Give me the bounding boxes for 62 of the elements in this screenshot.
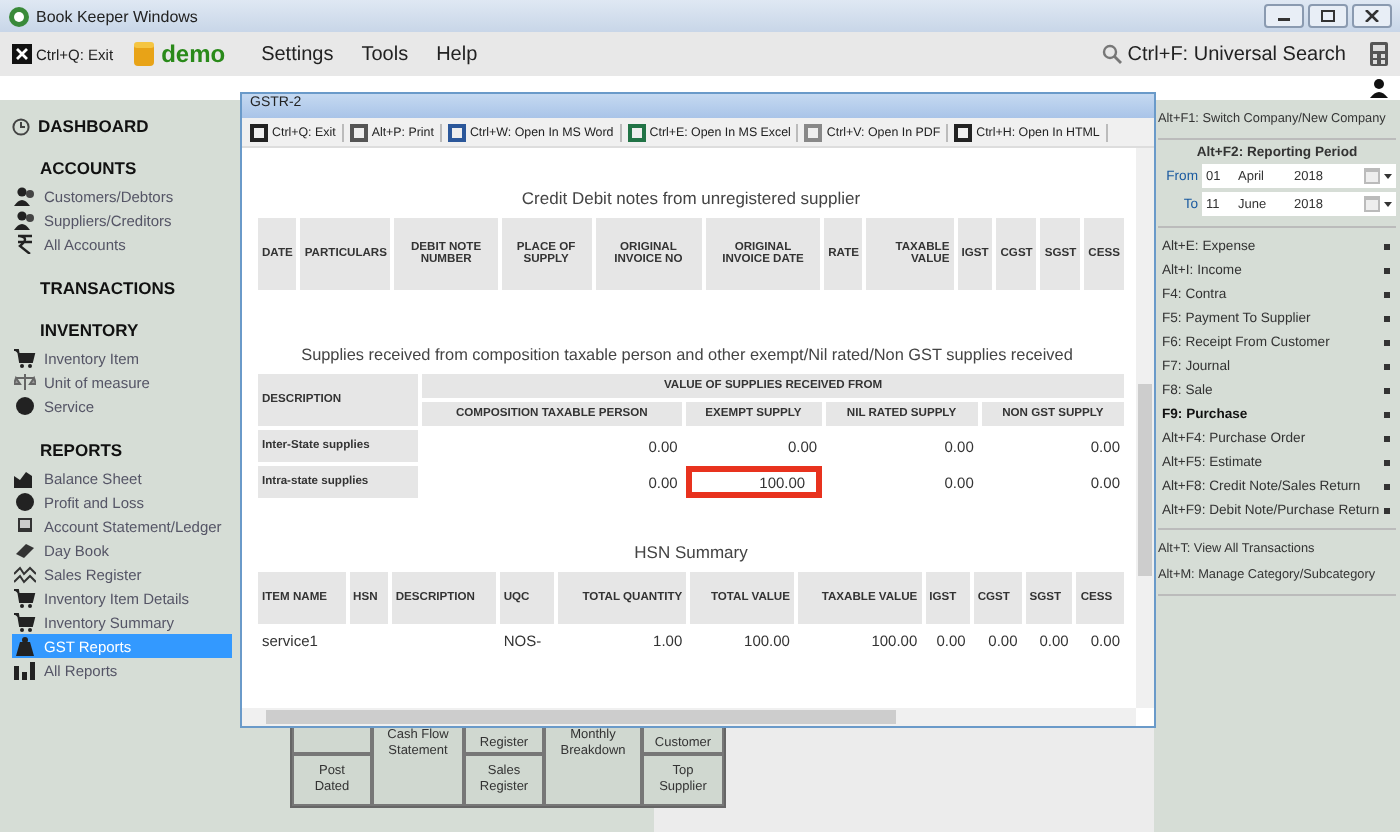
caret-icon xyxy=(1384,363,1390,369)
close-icon xyxy=(250,123,268,141)
section-title: Supplies received from composition taxable person and other exempt/Nil rated/Non GST supplies received xyxy=(299,346,1075,364)
caret-icon xyxy=(1384,459,1390,465)
close-button[interactable] xyxy=(1352,4,1392,28)
section-heading: INVENTORY xyxy=(40,320,141,340)
section-title: Credit Debit notes from unregistered supplier xyxy=(519,188,863,208)
caret-icon xyxy=(1384,507,1390,513)
menu-item[interactable]: Settings xyxy=(261,43,334,65)
window-title: Book Keeper Windows xyxy=(36,7,198,25)
scale-icon xyxy=(14,372,36,392)
calendar-icon xyxy=(1364,168,1392,184)
horizontal-scrollbar[interactable] xyxy=(242,708,1136,726)
caret-icon xyxy=(1384,243,1390,249)
menu-item[interactable]: Help xyxy=(436,43,478,65)
app-logo-icon xyxy=(8,5,30,27)
restore-icon xyxy=(1320,10,1336,22)
minimize-button[interactable] xyxy=(1264,4,1304,28)
bag-icon xyxy=(14,636,36,656)
section-title: HSN Summary xyxy=(632,542,750,562)
section-heading: REPORTS xyxy=(40,440,125,460)
maximize-button[interactable] xyxy=(1308,4,1348,28)
page-icon xyxy=(804,123,823,141)
vertical-scrollbar[interactable] xyxy=(1136,148,1154,708)
menu-item[interactable]: Tools xyxy=(361,43,409,65)
chart-icon xyxy=(14,468,36,488)
search-icon xyxy=(1101,44,1122,64)
caret-icon xyxy=(1384,435,1390,441)
ball-icon xyxy=(14,396,36,416)
cart-icon xyxy=(14,588,36,608)
cart-icon xyxy=(14,348,36,368)
printer-icon xyxy=(349,123,368,141)
calendar-icon xyxy=(1364,196,1392,212)
close-icon xyxy=(1364,10,1380,22)
code-icon xyxy=(954,123,973,141)
caret-icon xyxy=(1384,315,1390,321)
universal-search-button[interactable]: Ctrl+F: Universal Search xyxy=(1101,43,1346,65)
dashboard-link[interactable]: DASHBOARD xyxy=(12,116,232,136)
caret-icon xyxy=(1384,387,1390,393)
doc-icon xyxy=(14,516,36,536)
cart-icon xyxy=(14,612,36,632)
section-heading: TRANSACTIONS xyxy=(40,278,178,298)
database-icon xyxy=(133,42,154,66)
coin-icon xyxy=(14,234,36,254)
caret-icon xyxy=(1384,483,1390,489)
people-icon xyxy=(14,210,36,230)
ball-icon xyxy=(14,492,36,512)
spreadsheet-icon xyxy=(627,123,646,141)
caret-icon xyxy=(1384,411,1390,417)
user-icon[interactable] xyxy=(1370,78,1388,98)
wave-icon xyxy=(14,564,36,584)
clock-icon xyxy=(12,117,30,135)
caret-icon xyxy=(1384,339,1390,345)
document-icon xyxy=(447,123,466,141)
caret-icon xyxy=(1384,291,1390,297)
close-icon xyxy=(12,44,32,64)
company-name[interactable]: demo xyxy=(161,40,226,68)
section-heading: ACCOUNTS xyxy=(40,158,139,178)
caret-icon xyxy=(1384,267,1390,273)
people-icon xyxy=(14,186,36,206)
calculator-icon[interactable] xyxy=(1370,42,1388,66)
bars-icon xyxy=(14,660,36,680)
